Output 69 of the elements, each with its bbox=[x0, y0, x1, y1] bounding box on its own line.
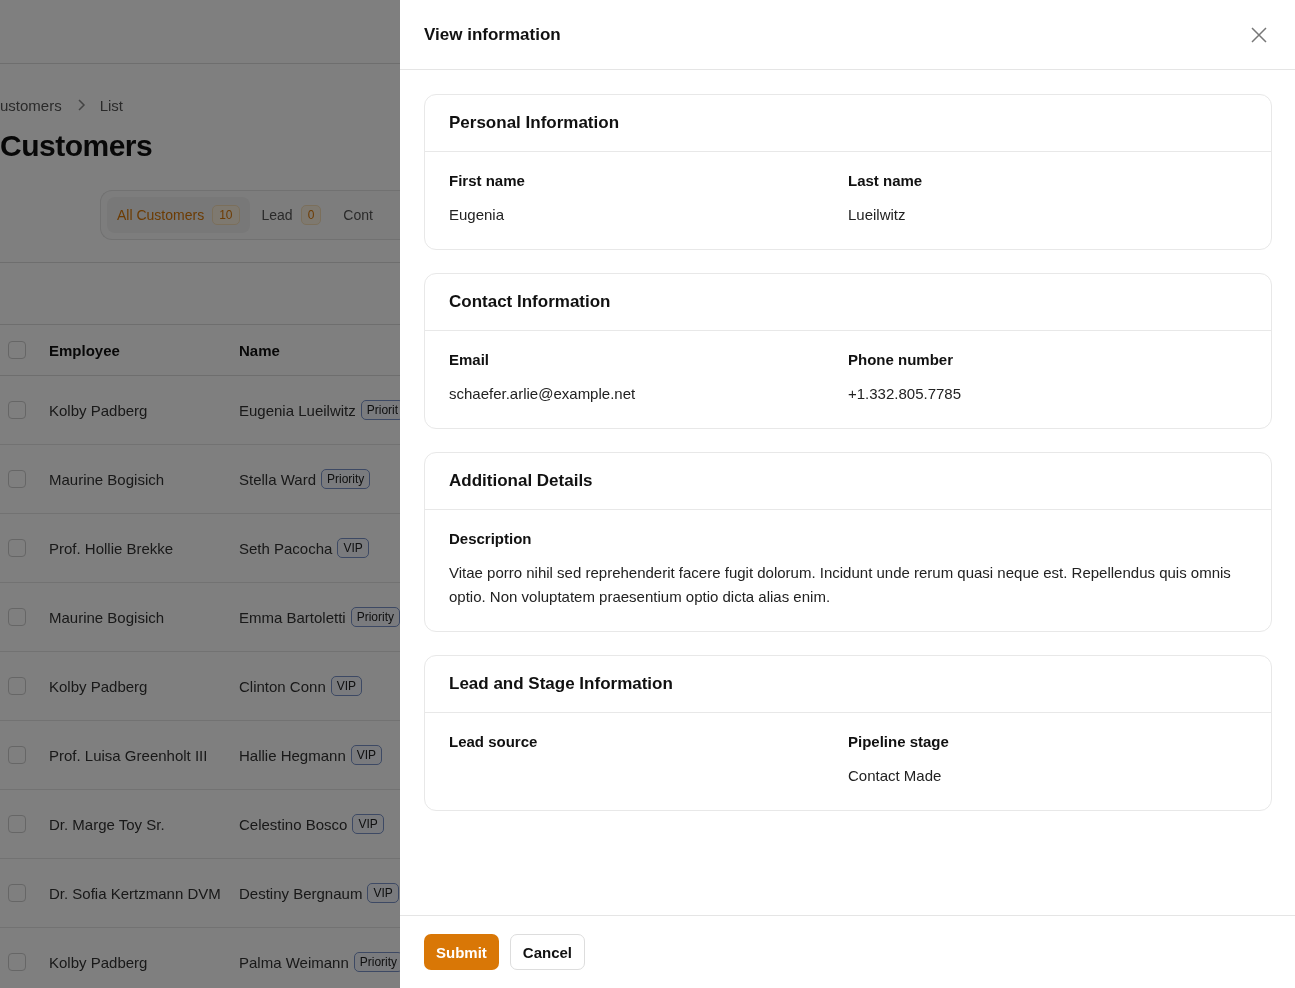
field-value: Contact Made bbox=[848, 766, 943, 786]
cancel-button[interactable]: Cancel bbox=[509, 934, 586, 970]
tag-badge: Priorit bbox=[360, 400, 400, 420]
tab[interactable]: All Customers 10 bbox=[107, 197, 250, 233]
field-label: First name bbox=[449, 172, 526, 189]
page-title: Customers bbox=[0, 128, 154, 164]
count-badge: 0 bbox=[300, 205, 322, 225]
table-cell-text: Maurine Bogisich bbox=[49, 470, 166, 488]
tag-badge: Priority bbox=[350, 607, 400, 627]
section-title: Personal Information bbox=[449, 113, 620, 133]
field-value: +1.332.805.7785 bbox=[848, 384, 963, 404]
tag-badge: Priority bbox=[353, 952, 400, 972]
field-label: Description bbox=[449, 530, 533, 547]
table-cell: Eugenia Lueilwitz bbox=[239, 401, 356, 419]
field-label: Pipeline stage bbox=[848, 733, 950, 750]
section-title: Additional Details bbox=[449, 471, 593, 491]
table-cell: Emma Bartoletti bbox=[239, 608, 346, 626]
section-title: Lead and Stage Information bbox=[449, 674, 673, 694]
tag-badge: VIP bbox=[367, 883, 399, 903]
table-cell-text: Maurine Bogisich bbox=[49, 608, 166, 626]
table-cell: Stella Ward bbox=[239, 470, 316, 488]
row-checkbox[interactable] bbox=[8, 401, 26, 419]
row-checkbox[interactable] bbox=[8, 470, 26, 488]
table-cell: Seth Pacocha bbox=[239, 539, 333, 557]
breadcrumb-current: List bbox=[99, 96, 124, 114]
field-value: Vitae porro nihil sed reprehenderit facere fugit dolorum. Incidunt unde rerum quasi neque est. Repellendus quis omnis optio. Non voluptatem praesentium optio dicta alias enim. bbox=[449, 563, 1232, 607]
count-badge: 10 bbox=[212, 205, 240, 225]
table-cell-text: Dr. Sofia Kertzmann DVM bbox=[49, 884, 222, 902]
table-cell-text: Kolby Padberg bbox=[49, 401, 149, 419]
tag-badge: VIP bbox=[350, 745, 383, 765]
field-value: schaefer.arlie@example.net bbox=[449, 384, 637, 404]
close-icon[interactable] bbox=[1251, 26, 1267, 43]
row-checkbox[interactable] bbox=[8, 746, 26, 764]
row-checkbox[interactable] bbox=[8, 608, 26, 626]
table-cell: Destiny Bergnaum bbox=[239, 884, 363, 902]
table-cell: Palma Weimann bbox=[239, 953, 349, 971]
table-cell-text: Kolby Padberg bbox=[49, 677, 149, 695]
tab[interactable]: Cont bbox=[333, 197, 383, 233]
table-cell: Hallie Hegmann bbox=[239, 746, 346, 764]
column-header: Name bbox=[239, 341, 280, 359]
select-all-checkbox[interactable] bbox=[8, 341, 26, 359]
table-cell-text: Prof. Hollie Brekke bbox=[49, 539, 175, 557]
panel-title: View information bbox=[424, 24, 561, 45]
breadcrumb-link[interactable]: ustomers bbox=[0, 96, 62, 114]
field-value: Eugenia bbox=[449, 205, 506, 225]
table-cell-text: Prof. Luisa Greenholt III bbox=[49, 746, 209, 764]
field-value: Lueilwitz bbox=[848, 205, 907, 225]
table-cell: Clinton Conn bbox=[239, 677, 326, 695]
tag-badge: VIP bbox=[330, 676, 363, 696]
table-cell-text: Dr. Marge Toy Sr. bbox=[49, 815, 166, 833]
column-header: Employee bbox=[49, 341, 121, 359]
section-title: Contact Information bbox=[449, 292, 611, 312]
submit-button[interactable]: Submit bbox=[424, 934, 499, 970]
row-checkbox[interactable] bbox=[8, 815, 26, 833]
field-label: Email bbox=[449, 351, 491, 368]
row-checkbox[interactable] bbox=[8, 953, 26, 971]
tab[interactable]: Lead 0 bbox=[251, 197, 332, 233]
chevron-right-icon bbox=[75, 99, 86, 111]
table-cell: Celestino Bosco bbox=[239, 815, 348, 833]
tag-badge: VIP bbox=[337, 538, 369, 558]
field-label: Phone number bbox=[848, 351, 954, 368]
row-checkbox[interactable] bbox=[8, 539, 26, 557]
tag-badge: Priority bbox=[321, 469, 371, 489]
tag-badge: VIP bbox=[352, 814, 384, 834]
table-cell-text: Kolby Padberg bbox=[49, 953, 149, 971]
row-checkbox[interactable] bbox=[8, 884, 26, 902]
field-label: Last name bbox=[848, 172, 924, 189]
row-checkbox[interactable] bbox=[8, 677, 26, 695]
field-label: Lead source bbox=[449, 733, 539, 750]
